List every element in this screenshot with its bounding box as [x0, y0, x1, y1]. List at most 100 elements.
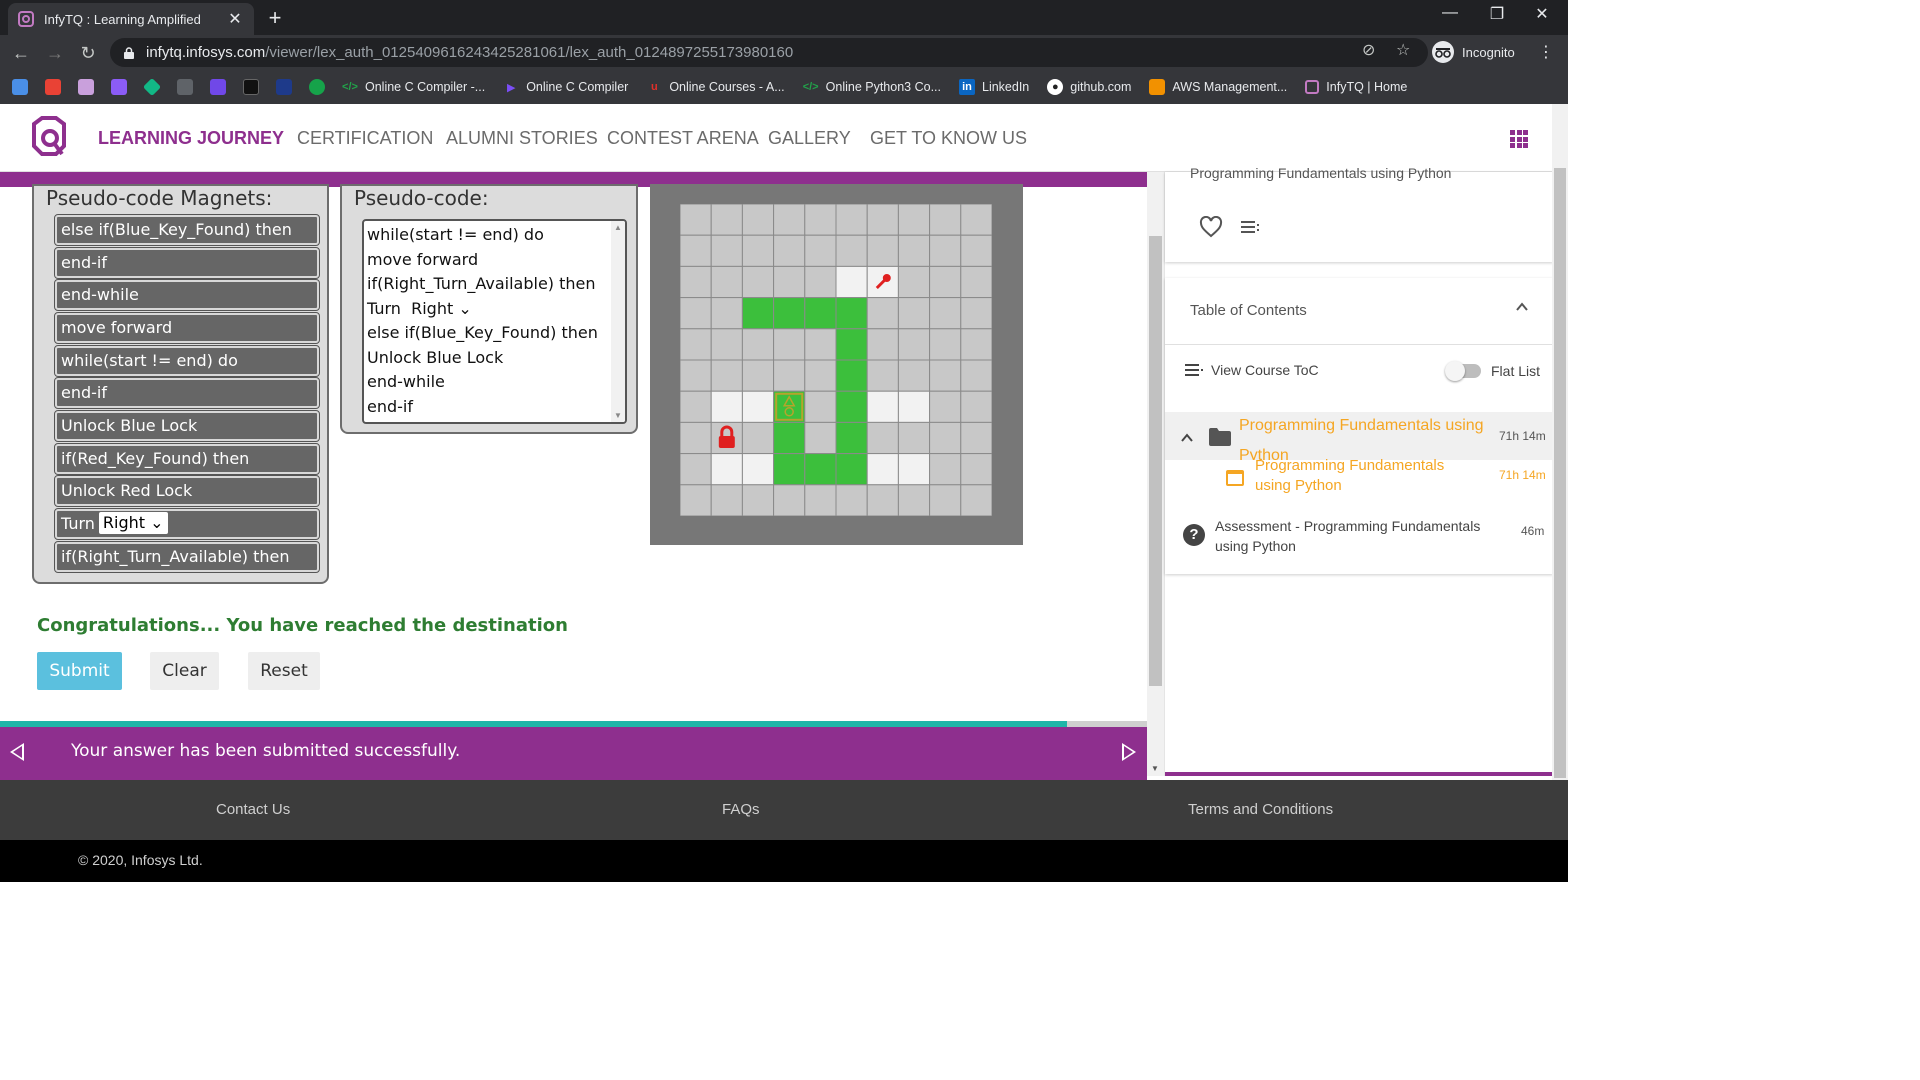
- toc-item-course[interactable]: Programming Fundamentals using Python 71…: [1165, 412, 1553, 460]
- eye-slash-icon[interactable]: ⊘: [1362, 40, 1375, 60]
- scroll-up-icon[interactable]: ▲: [614, 223, 622, 232]
- view-toc-link[interactable]: View Course ToC: [1185, 362, 1319, 378]
- nav-get-to-know-us[interactable]: GET TO KNOW US: [870, 128, 1027, 149]
- magnet-item[interactable]: if(Right_Turn_Available) then: [54, 541, 320, 573]
- magnet-item[interactable]: move forward: [54, 312, 320, 344]
- diamond-bookmark-icon[interactable]: [142, 77, 162, 97]
- magnet-item[interactable]: end-if: [54, 377, 320, 409]
- maze-cell: [804, 421, 837, 455]
- close-tab-icon[interactable]: ✕: [226, 9, 244, 29]
- bookmark-link-4[interactable]: in LinkedIn: [959, 79, 1029, 95]
- code-line[interactable]: else if(Blue_Key_Found) then: [367, 323, 598, 342]
- maze-cell: [960, 484, 992, 516]
- magnet-item[interactable]: Unlock Red Lock: [54, 475, 320, 507]
- circle-bookmark-icon[interactable]: [276, 79, 292, 95]
- apps-bookmark-icon[interactable]: [12, 79, 28, 95]
- flat-list-toggle[interactable]: [1445, 361, 1481, 381]
- reload-icon[interactable]: ↻: [75, 40, 101, 66]
- bookmark-link-6[interactable]: AWS Management...: [1149, 79, 1287, 95]
- page-scrollbar[interactable]: [1552, 104, 1568, 780]
- magnet-turn[interactable]: Turn Right ⌄: [54, 508, 320, 540]
- hackerrank-bookmark-icon[interactable]: [243, 79, 259, 95]
- nav-alumni-stories[interactable]: ALUMNI STORIES: [446, 128, 598, 149]
- maximize-icon[interactable]: ❐: [1477, 4, 1517, 24]
- whatsapp-bookmark-icon[interactable]: [309, 79, 325, 95]
- content-scrollbar[interactable]: ▼: [1147, 172, 1164, 776]
- faqs-link[interactable]: FAQs: [722, 801, 760, 818]
- maze-path-cell: [835, 421, 868, 455]
- bookmark-link-3[interactable]: </> Online Python3 Co...: [803, 79, 941, 95]
- new-tab-icon[interactable]: +: [262, 5, 288, 31]
- code-line[interactable]: end-if: [367, 397, 413, 416]
- bookmark-link-2[interactable]: u Online Courses - A...: [646, 79, 785, 95]
- nav-learning-journey[interactable]: LEARNING JOURNEY: [98, 128, 284, 149]
- content-scroll-thumb[interactable]: [1149, 236, 1162, 686]
- turn-direction-select[interactable]: Right ⌄: [98, 512, 168, 534]
- magnet-item[interactable]: while(start != end) do: [54, 345, 320, 377]
- code-line-turn[interactable]: Turn Right ⌄: [367, 299, 472, 318]
- maze-cell: [680, 234, 712, 267]
- apps-grid-icon[interactable]: [1510, 130, 1528, 148]
- maze-cell: [710, 204, 743, 236]
- code-scrollbar[interactable]: ▲ ▼: [611, 221, 625, 422]
- incognito-indicator[interactable]: Incognito: [1432, 39, 1515, 65]
- scroll-down-icon[interactable]: ▼: [1151, 764, 1159, 773]
- clear-button[interactable]: Clear: [150, 652, 219, 690]
- playlist-icon[interactable]: [1241, 220, 1261, 234]
- bookmark-link-0[interactable]: </> Online C Compiler -...: [342, 79, 485, 95]
- chevron-up-icon[interactable]: [1515, 300, 1529, 314]
- magnet-item[interactable]: else if(Blue_Key_Found) then: [54, 214, 320, 246]
- magnet-item[interactable]: end-if: [54, 247, 320, 279]
- bookmark-link-7[interactable]: InfyTQ | Home: [1305, 80, 1407, 94]
- contact-us-link[interactable]: Contact Us: [216, 801, 290, 818]
- code-line[interactable]: if(Right_Turn_Available) then: [367, 274, 596, 293]
- maze-cell: [680, 453, 712, 486]
- forward-icon[interactable]: →: [42, 40, 68, 66]
- minimize-icon[interactable]: —: [1430, 4, 1470, 22]
- toc-item-assessment[interactable]: ? Assessment - Programming Fundamentals …: [1165, 516, 1553, 564]
- next-icon[interactable]: [1122, 743, 1136, 761]
- infytq-logo[interactable]: [30, 116, 68, 158]
- nav-certification[interactable]: CERTIFICATION: [297, 128, 433, 149]
- terms-link[interactable]: Terms and Conditions: [1188, 801, 1333, 818]
- toc-item-duration: 46m: [1521, 524, 1545, 538]
- code-line[interactable]: end-while: [367, 372, 445, 391]
- reset-button[interactable]: Reset: [248, 652, 320, 690]
- magnet-item[interactable]: if(Red_Key_Found) then: [54, 443, 320, 475]
- maze-cell: [897, 328, 931, 361]
- magnet-item[interactable]: Unlock Blue Lock: [54, 410, 320, 442]
- maze-cell: [929, 390, 962, 423]
- toc-item-module[interactable]: Programming Fundamentals using Python 71…: [1165, 457, 1553, 508]
- code-line[interactable]: while(start != end) do: [367, 225, 544, 244]
- browser-menu-icon[interactable]: ⋮: [1538, 42, 1554, 62]
- previous-icon[interactable]: [10, 743, 24, 761]
- address-bar[interactable]: infytq.infosys.com/viewer/lex_auth_01254…: [110, 38, 1428, 67]
- nav-gallery[interactable]: GALLERY: [768, 128, 851, 149]
- star-icon[interactable]: ☆: [1396, 40, 1410, 60]
- slack-bookmark-icon[interactable]: [78, 79, 94, 95]
- maze-cell: [960, 204, 992, 236]
- heart-icon[interactable]: [1199, 216, 1223, 238]
- maze-path-cell: [773, 297, 806, 330]
- nav-contest-arena[interactable]: CONTEST ARENA: [607, 128, 759, 149]
- bolt-bookmark-icon[interactable]: [210, 79, 226, 95]
- maze-cell: [804, 234, 837, 267]
- chevron-up-icon[interactable]: [1181, 432, 1193, 444]
- turn-direction-select[interactable]: Right ⌄: [411, 299, 472, 318]
- code-line[interactable]: move forward: [367, 250, 478, 269]
- back-icon[interactable]: ←: [8, 40, 34, 66]
- bookmark-link-1[interactable]: ▶ Online C Compiler: [503, 79, 628, 95]
- submit-button[interactable]: Submit: [37, 652, 122, 690]
- gmail-bookmark-icon[interactable]: [45, 79, 61, 95]
- page-scroll-thumb[interactable]: [1554, 168, 1566, 778]
- scroll-down-icon[interactable]: ▼: [614, 411, 622, 420]
- maze-cell: [960, 234, 992, 267]
- magnet-item[interactable]: end-while: [54, 279, 320, 311]
- mail-bookmark-icon[interactable]: [111, 79, 127, 95]
- browser-tab[interactable]: InfyTQ : Learning Amplified ✕: [8, 3, 254, 35]
- pseudocode-dropzone[interactable]: while(start != end) do move forward if(R…: [362, 219, 627, 424]
- lock-bookmark-icon[interactable]: [177, 79, 193, 95]
- close-window-icon[interactable]: ✕: [1522, 4, 1562, 24]
- bookmark-link-5[interactable]: ● github.com: [1047, 79, 1131, 95]
- code-line[interactable]: Unlock Blue Lock: [367, 348, 503, 367]
